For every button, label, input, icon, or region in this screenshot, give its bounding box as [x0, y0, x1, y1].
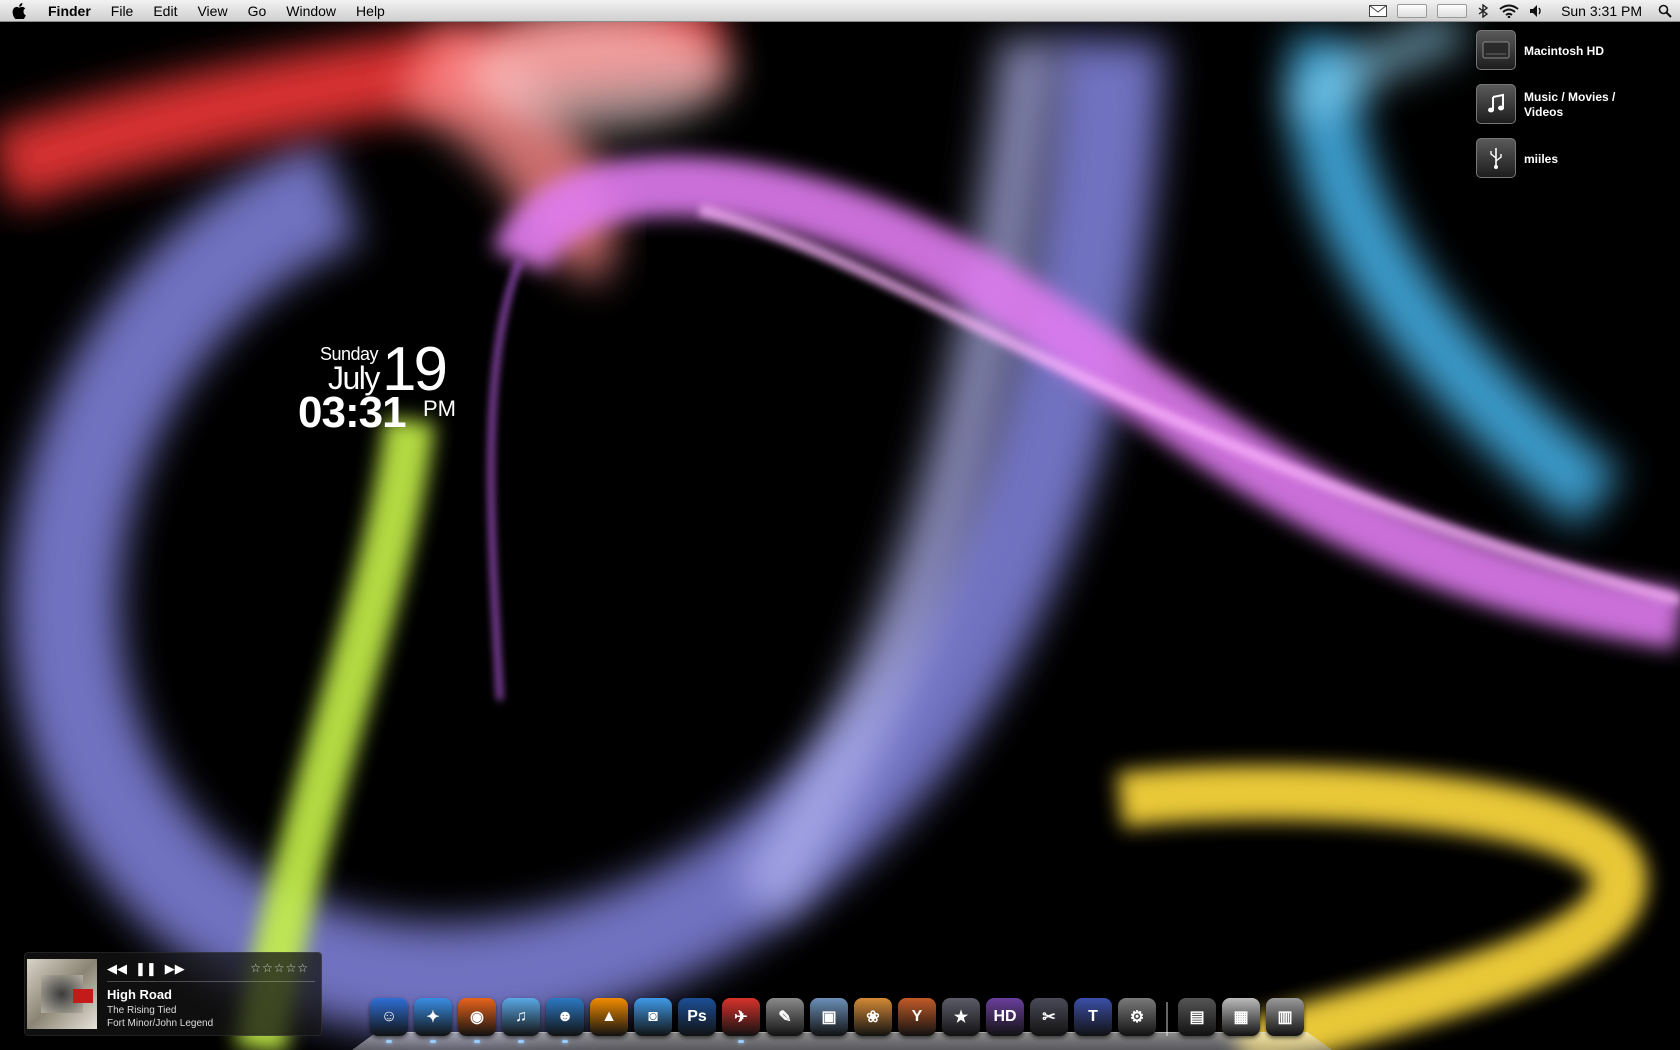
- menu-view[interactable]: View: [187, 0, 237, 22]
- dock-item-trash[interactable]: ▥: [1266, 998, 1304, 1036]
- desktop-icons: Macintosh HD Music / Movies / Videos mii…: [1476, 30, 1676, 192]
- menubar-clock[interactable]: Sun 3:31 PM: [1555, 3, 1648, 19]
- vlc-icon: ▲: [601, 1008, 617, 1025]
- widget-time: 03:31: [298, 388, 407, 437]
- iphoto-icon: ❀: [866, 1009, 880, 1026]
- itunes-icon: ♫: [515, 1008, 527, 1025]
- previous-track-button[interactable]: ◀◀: [107, 961, 127, 977]
- rating-stars[interactable]: ☆☆☆☆☆: [250, 961, 309, 975]
- network-meter-icon[interactable]: [1437, 0, 1468, 22]
- firefox-icon: ◉: [470, 1009, 484, 1026]
- playback-controls: ◀◀ ❚❚ ▶▶: [107, 961, 185, 977]
- track-artist: Fort Minor/John Legend: [107, 1018, 214, 1029]
- dock-item-preview[interactable]: ▣: [810, 998, 848, 1036]
- dock-item-photoshop[interactable]: Ps: [678, 998, 716, 1036]
- dock-item-system-preferences[interactable]: ⚙: [1118, 998, 1156, 1036]
- album-artwork[interactable]: [27, 959, 97, 1029]
- dock-items: ☺ ✦ ◉ ♫ ☻ ▲ ◙ Ps ✈ ✎ ▣ ❀ Y ★ HD ✂ T ⚙ ▤ ▦ ▥: [370, 992, 1304, 1043]
- documents-stack-icon: ▦: [1233, 1009, 1249, 1026]
- menu-help[interactable]: Help: [346, 0, 395, 22]
- dock-item-imovie[interactable]: ★: [942, 998, 980, 1036]
- dock-item-cocktail[interactable]: Y: [898, 998, 936, 1036]
- ichat-icon: ◙: [648, 1008, 658, 1025]
- battery-meter-icon[interactable]: [1397, 0, 1428, 22]
- spotlight-search-icon[interactable]: [1658, 0, 1672, 22]
- system-preferences-icon: ⚙: [1129, 1009, 1145, 1026]
- dock-item-documents-stack[interactable]: ▦: [1222, 998, 1260, 1036]
- dock-item-script-editor[interactable]: ✎: [766, 998, 804, 1036]
- menu-window[interactable]: Window: [276, 0, 346, 22]
- preview-icon: ▣: [821, 1009, 837, 1026]
- dock-item-final-cut[interactable]: ✂: [1030, 998, 1068, 1036]
- dock-item-finder[interactable]: ☺: [370, 998, 408, 1043]
- dock-item-vlc[interactable]: ▲: [590, 998, 628, 1036]
- hard-drive-icon: [1476, 30, 1516, 70]
- mail-icon[interactable]: [1369, 0, 1388, 22]
- music-note-icon: [1476, 84, 1516, 124]
- desktop-icon-music-movies-videos[interactable]: Music / Movies / Videos: [1476, 84, 1676, 128]
- pause-button[interactable]: ❚❚: [135, 961, 157, 977]
- wifi-icon[interactable]: [1499, 0, 1519, 22]
- menu-bar: Finder File Edit View Go Window Help Sun…: [0, 0, 1680, 22]
- menu-file[interactable]: File: [101, 0, 144, 22]
- track-album: The Rising Tied: [107, 1005, 177, 1016]
- desktop-wallpaper: [0, 0, 1680, 1050]
- transmit-icon: ✈: [734, 1009, 748, 1026]
- track-title: High Road: [107, 987, 172, 1002]
- imovie-icon: ★: [953, 1009, 969, 1026]
- trash-icon: ▥: [1277, 1009, 1293, 1026]
- apple-menu-icon[interactable]: [0, 0, 38, 22]
- bluetooth-icon[interactable]: [1477, 0, 1489, 22]
- safari-icon: ✦: [426, 1009, 440, 1026]
- menu-edit[interactable]: Edit: [143, 0, 187, 22]
- next-track-button[interactable]: ▶▶: [165, 961, 185, 977]
- script-editor-icon: ✎: [778, 1009, 792, 1026]
- hd-video-icon: HD: [993, 1008, 1017, 1025]
- dock-item-ichat[interactable]: ◙: [634, 998, 672, 1036]
- widget-ampm: PM: [423, 396, 456, 421]
- dock-item-applications-stack[interactable]: ▤: [1178, 998, 1216, 1036]
- textmate-icon: T: [1088, 1008, 1098, 1025]
- menu-app-name[interactable]: Finder: [38, 0, 101, 22]
- desktop-icon-macintosh-hd[interactable]: Macintosh HD: [1476, 30, 1676, 74]
- dock-item-adium[interactable]: ☻: [546, 998, 584, 1043]
- finder-icon: ☺: [380, 1008, 398, 1025]
- desktop-icon-label: Music / Movies / Videos: [1524, 90, 1616, 119]
- final-cut-icon: ✂: [1042, 1009, 1056, 1026]
- desktop-icon-miiles[interactable]: miiles: [1476, 138, 1676, 182]
- dock-item-textmate[interactable]: T: [1074, 998, 1112, 1036]
- dock-item-hd-video[interactable]: HD: [986, 998, 1024, 1036]
- dock-separator: [1166, 1002, 1168, 1036]
- menu-go[interactable]: Go: [238, 0, 277, 22]
- applications-stack-icon: ▤: [1189, 1009, 1205, 1026]
- desktop-icon-label: Macintosh HD: [1524, 44, 1605, 58]
- dock-item-firefox[interactable]: ◉: [458, 998, 496, 1043]
- dock-item-safari[interactable]: ✦: [414, 998, 452, 1043]
- dock: ☺ ✦ ◉ ♫ ☻ ▲ ◙ Ps ✈ ✎ ▣ ❀ Y ★ HD ✂ T ⚙ ▤ ▦ ▥: [352, 990, 1332, 1050]
- dock-item-transmit[interactable]: ✈: [722, 998, 760, 1043]
- itunes-now-playing-widget: ◀◀ ❚❚ ▶▶ ☆☆☆☆☆ High Road The Rising Tied…: [24, 952, 322, 1036]
- photoshop-icon: Ps: [687, 1008, 707, 1025]
- usb-drive-icon: [1476, 138, 1516, 178]
- adium-icon: ☻: [556, 1008, 574, 1025]
- date-clock-widget: Sunday July 19 03:31 PM: [290, 335, 470, 440]
- dock-item-iphoto[interactable]: ❀: [854, 998, 892, 1036]
- cocktail-icon: Y: [911, 1008, 923, 1025]
- divider: [107, 981, 315, 982]
- desktop-icon-label: miiles: [1524, 152, 1559, 166]
- dock-item-itunes[interactable]: ♫: [502, 998, 540, 1043]
- volume-icon[interactable]: [1529, 0, 1545, 22]
